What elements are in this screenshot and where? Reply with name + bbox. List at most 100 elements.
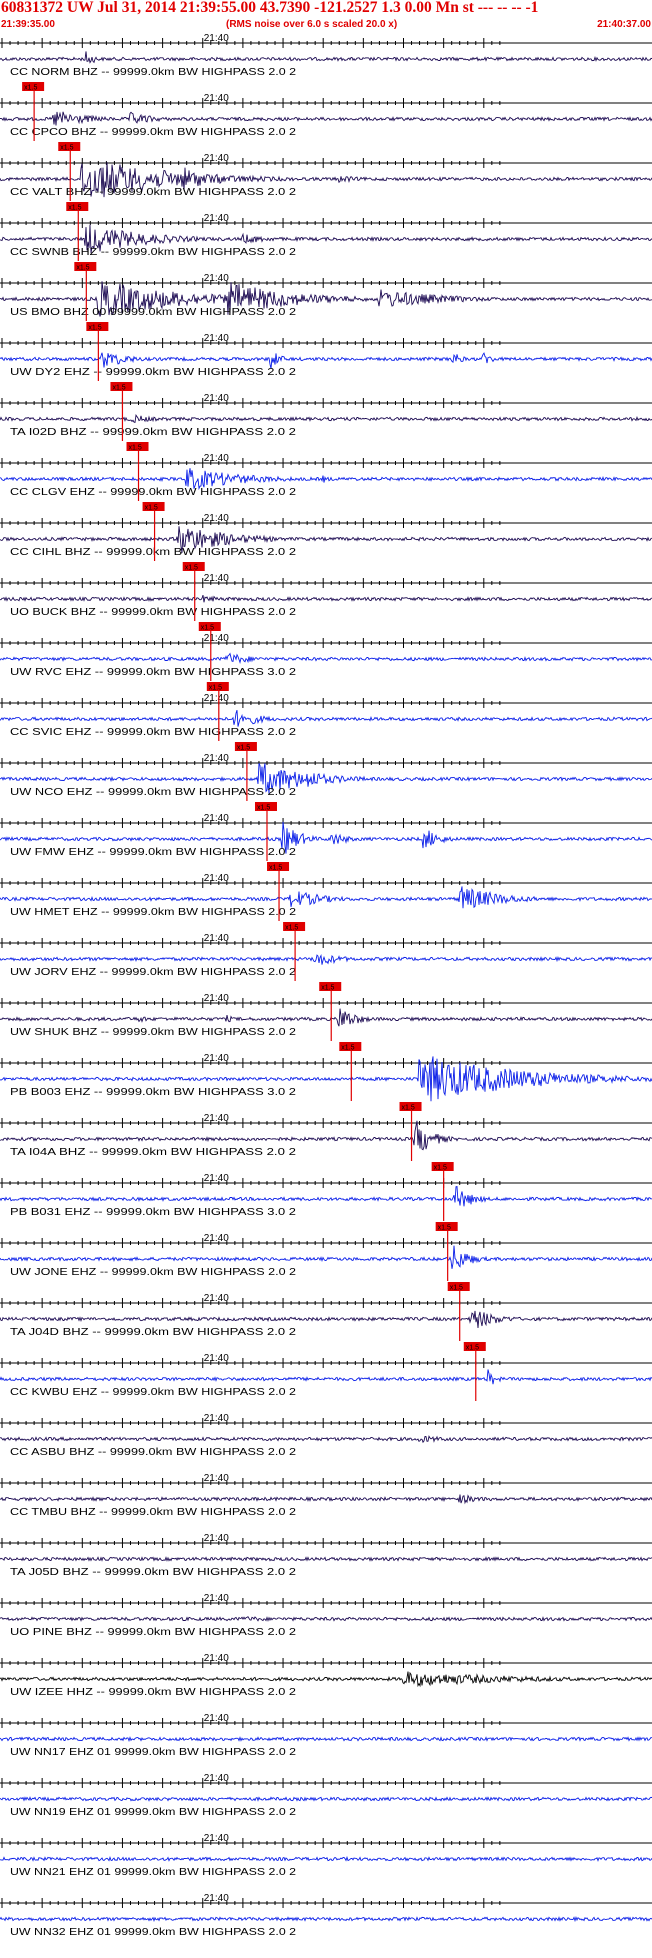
minute-label: 21:40 bbox=[204, 693, 229, 704]
waveform bbox=[0, 954, 652, 965]
trace-row: 21:40 US BMO BHZ 00 99999.0km BW HIGHPASS… bbox=[0, 262, 652, 321]
minute-label: 21:40 bbox=[204, 813, 229, 824]
trace-row: 21:40 CC VALT BHZ -- 99999.0km BW HIGHPAS… bbox=[0, 142, 652, 201]
minute-label: 21:40 bbox=[204, 1293, 229, 1304]
waveform bbox=[0, 1916, 652, 1923]
minute-label: 21:40 bbox=[204, 933, 229, 944]
waveform bbox=[0, 1185, 652, 1207]
minute-label: 21:40 bbox=[204, 1053, 229, 1064]
minute-label: 21:40 bbox=[204, 1773, 229, 1784]
station-label: CC VALT BHZ -- 99999.0km BW HIGHPASS 2.0… bbox=[10, 187, 297, 198]
trace-row: 21:40 PB B003 EHZ -- 99999.0km BW HIGHPAS… bbox=[0, 1042, 652, 1102]
trace-row: 21:40 UW NCO EHZ -- 99999.0km BW HIGHPASS… bbox=[0, 742, 652, 801]
minute-label: 21:40 bbox=[204, 1173, 229, 1184]
station-label: UW NN32 EHZ 01 99999.0km BW HIGHPASS 2.0… bbox=[10, 1927, 297, 1938]
minute-label: 21:40 bbox=[204, 153, 229, 164]
trace-row: 21:40 CC ASBU BHZ -- 99999.0km BW HIGHPAS… bbox=[0, 1413, 652, 1458]
event-title: 60831372 UW Jul 31, 2014 21:39:55.00 43.… bbox=[1, 0, 539, 16]
minute-label: 21:40 bbox=[204, 1113, 229, 1124]
trace-row: 21:40 UW JORV EHZ -- 99999.0km BW HIGHPAS… bbox=[0, 922, 652, 981]
minute-label: 21:40 bbox=[204, 1533, 229, 1544]
station-label: CC SVIC EHZ -- 99999.0km BW HIGHPASS 2.0… bbox=[10, 727, 297, 738]
minute-label: 21:40 bbox=[204, 93, 229, 104]
minute-label: 21:40 bbox=[204, 393, 229, 404]
minute-label: 21:40 bbox=[204, 993, 229, 1004]
trace-row: 21:40 CC CLGV EHZ -- 99999.0km BW HIGHPAS… bbox=[0, 442, 652, 501]
station-label: UW FMW EHZ -- 99999.0km BW HIGHPASS 2.0 … bbox=[10, 847, 297, 858]
waveform bbox=[0, 1245, 652, 1269]
pick-label: x1.5 bbox=[24, 85, 37, 92]
minute-label: 21:40 bbox=[204, 753, 229, 764]
minute-label: 21:40 bbox=[204, 1713, 229, 1724]
waveform bbox=[0, 51, 652, 64]
pick-label: x1.5 bbox=[402, 1105, 415, 1112]
trace-row: 21:40 UW NN32 EHZ 01 99999.0km BW HIGHPAS… bbox=[0, 1893, 652, 1938]
waveform bbox=[0, 1616, 652, 1622]
waveform bbox=[0, 1796, 652, 1802]
station-label: UW HMET EHZ -- 99999.0km BW HIGHPASS 2.0… bbox=[10, 907, 297, 918]
trace-row: 21:40 UW FMW EHZ -- 99999.0km BW HIGHPASS… bbox=[0, 802, 652, 861]
waveform bbox=[0, 1671, 652, 1688]
pick-label: x1.5 bbox=[76, 265, 89, 272]
waveform bbox=[0, 709, 652, 727]
pick-label: x1.5 bbox=[201, 625, 214, 632]
station-label: CC NORM BHZ -- 99999.0km BW HIGHPASS 2.0… bbox=[10, 67, 297, 78]
waveform bbox=[0, 1369, 652, 1385]
minute-label: 21:40 bbox=[204, 513, 229, 524]
station-label: UO PINE BHZ -- 99999.0km BW HIGHPASS 2.0… bbox=[10, 1627, 297, 1638]
minute-label: 21:40 bbox=[204, 33, 229, 44]
station-label: TA I04A BHZ -- 99999.0km BW HIGHPASS 2.0… bbox=[10, 1147, 297, 1158]
station-label: CC SWNB BHZ -- 99999.0km BW HIGHPASS 2.0… bbox=[10, 247, 297, 258]
pick-label: x1.5 bbox=[434, 1165, 447, 1172]
station-label: TA I02D BHZ -- 99999.0km BW HIGHPASS 2.0… bbox=[10, 427, 297, 438]
trace-row: 21:40 CC KWBU EHZ -- 99999.0km BW HIGHPAS… bbox=[0, 1342, 652, 1401]
trace-row: 21:40 UW DY2 EHZ -- 99999.0km BW HIGHPASS… bbox=[0, 322, 652, 381]
pick-label: x1.5 bbox=[269, 865, 282, 872]
waveform bbox=[0, 1556, 652, 1562]
trace-row: 21:40 CC CPCO BHZ -- 99999.0km BW HIGHPAS… bbox=[0, 82, 652, 141]
waveform bbox=[0, 594, 652, 603]
trace-row: 21:40 UW JONE EHZ -- 99999.0km BW HIGHPAS… bbox=[0, 1222, 652, 1281]
waveform bbox=[0, 111, 652, 126]
station-label: UW NCO EHZ -- 99999.0km BW HIGHPASS 2.0 … bbox=[10, 787, 297, 798]
waveform bbox=[0, 1494, 652, 1505]
waveform bbox=[0, 1435, 652, 1444]
minute-label: 21:40 bbox=[204, 1833, 229, 1844]
pick-label: x1.5 bbox=[237, 745, 250, 752]
station-label: UW SHUK BHZ -- 99999.0km BW HIGHPASS 2.0… bbox=[10, 1027, 297, 1038]
waveform bbox=[0, 1120, 652, 1151]
trace-row: 21:40 UW NN19 EHZ 01 99999.0km BW HIGHPAS… bbox=[0, 1773, 652, 1818]
station-label: UW RVC EHZ -- 99999.0km BW HIGHPASS 3.0 … bbox=[10, 667, 297, 678]
minute-label: 21:40 bbox=[204, 1353, 229, 1364]
trace-row: 21:40 PB B031 EHZ -- 99999.0km BW HIGHPAS… bbox=[0, 1162, 652, 1221]
station-label: PB B003 EHZ -- 99999.0km BW HIGHPASS 3.0… bbox=[10, 1087, 297, 1098]
pick-label: x1.5 bbox=[466, 1345, 479, 1352]
trace-row: 21:40 UO PINE BHZ -- 99999.0km BW HIGHPAS… bbox=[0, 1593, 652, 1638]
minute-label: 21:40 bbox=[204, 1473, 229, 1484]
end-time-label: 21:40:37.00 bbox=[597, 19, 651, 30]
station-label: UW NN21 EHZ 01 99999.0km BW HIGHPASS 2.0… bbox=[10, 1867, 297, 1878]
trace-row: 21:40 UO BUCK BHZ -- 99999.0km BW HIGHPAS… bbox=[0, 562, 652, 621]
station-label: UW DY2 EHZ -- 99999.0km BW HIGHPASS 2.0 … bbox=[10, 367, 297, 378]
waveform bbox=[0, 1855, 652, 1862]
pick-label: x1.5 bbox=[129, 445, 142, 452]
trace-row: 21:40 TA I04A BHZ -- 99999.0km BW HIGHPAS… bbox=[0, 1102, 652, 1161]
pick-label: x1.5 bbox=[285, 925, 298, 932]
minute-label: 21:40 bbox=[204, 1233, 229, 1244]
minute-label: 21:40 bbox=[204, 1893, 229, 1904]
trace-row: 21:40 TA I02D BHZ -- 99999.0km BW HIGHPAS… bbox=[0, 382, 652, 441]
trace-row: 21:40 UW RVC EHZ -- 99999.0km BW HIGHPASS… bbox=[0, 622, 652, 681]
minute-label: 21:40 bbox=[204, 1413, 229, 1424]
station-label: UW JONE EHZ -- 99999.0km BW HIGHPASS 2.0… bbox=[10, 1267, 297, 1278]
trace-row: 21:40 UW HMET EHZ -- 99999.0km BW HIGHPAS… bbox=[0, 862, 652, 921]
station-label: CC CIHL BHZ -- 99999.0km BW HIGHPASS 2.0… bbox=[10, 547, 297, 558]
station-label: CC CLGV EHZ -- 99999.0km BW HIGHPASS 2.0… bbox=[10, 487, 297, 498]
seismogram-plot: 21:40 CC NORM BHZ -- 99999.0km BW HIGHPAS… bbox=[0, 33, 652, 1938]
pick-label: x1.5 bbox=[88, 325, 101, 332]
station-label: UW NN17 EHZ 01 99999.0km BW HIGHPASS 2.0… bbox=[10, 1747, 297, 1758]
trace-row: 21:40 UW IZEE HHZ -- 99999.0km BW HIGHPAS… bbox=[0, 1653, 652, 1698]
minute-label: 21:40 bbox=[204, 1653, 229, 1664]
station-label: PB B031 EHZ -- 99999.0km BW HIGHPASS 3.0… bbox=[10, 1207, 297, 1218]
waveform bbox=[0, 468, 652, 491]
pick-label: x1.5 bbox=[341, 1045, 354, 1052]
